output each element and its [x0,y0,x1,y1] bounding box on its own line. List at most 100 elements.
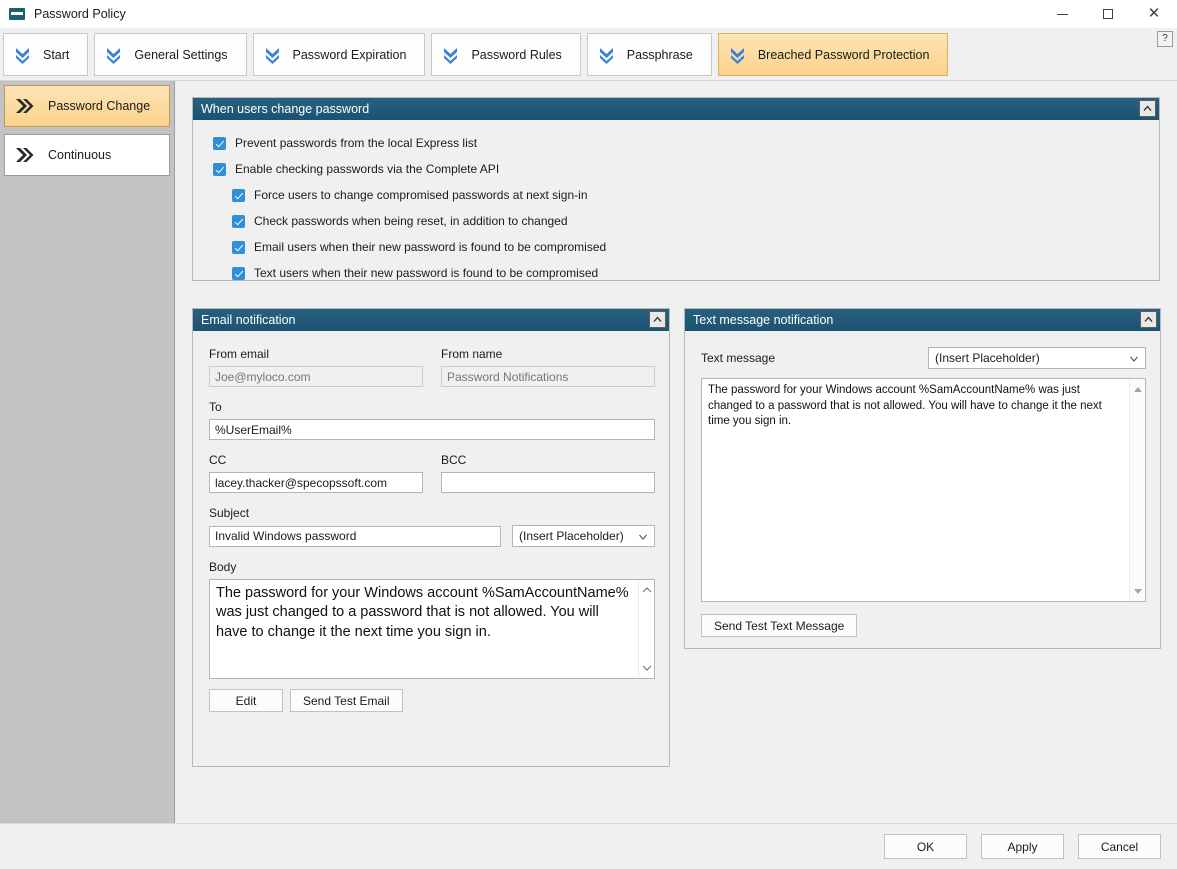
minimize-button[interactable] [1039,0,1085,28]
collapse-button[interactable] [1140,311,1157,328]
text-button-row: Send Test Text Message [701,614,1146,637]
tab-label: Password Expiration [293,48,407,62]
text-insert-placeholder-dropdown[interactable]: (Insert Placeholder) [928,347,1146,369]
checkbox[interactable] [232,241,245,254]
tab-passphrase[interactable]: Passphrase [587,33,712,76]
bcc-label: BCC [441,453,655,467]
text-message-text: The password for your Windows account %S… [702,379,1145,434]
double-chevron-down-icon [14,45,31,65]
edit-button[interactable]: Edit [209,689,283,712]
double-chevron-down-icon [264,45,281,65]
subject-input[interactable] [209,526,501,547]
chevron-up-icon [1143,105,1152,112]
window-body: Password Change Continuous When users ch… [0,81,1177,823]
checkbox[interactable] [213,137,226,150]
sidebar-item-continuous[interactable]: Continuous [4,134,170,176]
footer-button-row: OK Apply Cancel [884,834,1161,859]
checkbox[interactable] [213,163,226,176]
body-textarea[interactable]: The password for your Windows account %S… [209,579,655,679]
scroll-up-arrow-icon[interactable] [1133,384,1143,394]
subject-group: Subject (Insert Placeholder) [209,506,655,547]
sidebar: Password Change Continuous [0,81,175,823]
from-row: From email From name [209,347,655,387]
cc-label: CC [209,453,423,467]
panel-title: Email notification [201,313,296,327]
checkbox-label: Force users to change compromised passwo… [254,188,588,202]
maximize-button[interactable] [1085,0,1131,28]
chevron-down-icon [639,533,647,541]
to-input[interactable] [209,419,655,440]
window-controls: ✕ [1039,0,1177,28]
double-chevron-down-icon [105,45,122,65]
ok-button[interactable]: OK [884,834,967,859]
tab-label: Breached Password Protection [758,48,930,62]
to-label: To [209,400,655,414]
maximize-icon [1103,9,1113,19]
tab-start[interactable]: Start [3,33,88,76]
tab-breached-password-protection[interactable]: Breached Password Protection [718,33,949,76]
dialog-footer: OK Apply Cancel [0,823,1177,869]
help-button[interactable]: ? [1157,31,1173,47]
chevron-down-icon [1130,355,1138,363]
body-label: Body [209,560,655,574]
checkbox[interactable] [232,267,245,280]
checkbox-row-text-users[interactable]: Text users when their new password is fo… [232,266,1147,280]
tab-general-settings[interactable]: General Settings [94,33,246,76]
from-email-group: From email [209,347,423,387]
text-message-scrollbar[interactable] [1129,379,1145,601]
to-group: To [209,400,655,440]
cc-group: CC [209,453,423,493]
checkbox-label: Prevent passwords from the local Express… [235,136,477,150]
email-insert-placeholder-dropdown[interactable]: (Insert Placeholder) [512,525,655,547]
text-message-row: Text message (Insert Placeholder) [701,347,1146,369]
checkbox-row-enable-complete-api[interactable]: Enable checking passwords via the Comple… [213,162,1147,176]
tab-password-expiration[interactable]: Password Expiration [253,33,426,76]
checkbox-label: Email users when their new password is f… [254,240,606,254]
checkbox-row-force-change-compromised[interactable]: Force users to change compromised passwo… [232,188,1147,202]
checkbox-label: Text users when their new password is fo… [254,266,598,280]
double-chevron-right-icon [13,96,35,116]
cc-bcc-row: CC BCC [209,453,655,493]
panel-title: When users change password [201,102,369,116]
from-name-input[interactable] [441,366,655,387]
checkbox[interactable] [232,215,245,228]
from-name-label: From name [441,347,655,361]
close-button[interactable]: ✕ [1131,0,1177,28]
checkbox-label: Enable checking passwords via the Comple… [235,162,499,176]
text-message-textarea[interactable]: The password for your Windows account %S… [701,378,1146,602]
scroll-down-arrow-icon[interactable] [642,663,652,673]
scroll-up-arrow-icon[interactable] [642,585,652,595]
from-email-label: From email [209,347,423,361]
body-scrollbar[interactable] [638,580,654,678]
panel-header: When users change password [193,98,1159,120]
minimize-icon [1057,14,1068,15]
cancel-button[interactable]: Cancel [1078,834,1161,859]
panel-text-message-notification: Text message notification Text message (… [684,308,1161,649]
checkbox-row-check-on-reset[interactable]: Check passwords when being reset, in add… [232,214,1147,228]
sidebar-item-label: Password Change [48,99,150,113]
scroll-down-arrow-icon[interactable] [1133,586,1143,596]
checkbox-row-email-users[interactable]: Email users when their new password is f… [232,240,1147,254]
chevron-up-icon [653,316,662,323]
window-title: Password Policy [34,7,126,21]
panel-title: Text message notification [693,313,833,327]
dropdown-value: (Insert Placeholder) [935,351,1040,365]
send-test-email-button[interactable]: Send Test Email [290,689,403,712]
window-title-bar: Password Policy ✕ [0,0,1177,28]
send-test-text-message-button[interactable]: Send Test Text Message [701,614,857,637]
checkbox-row-prevent-express-list[interactable]: Prevent passwords from the local Express… [213,136,1147,150]
panel-email-notification: Email notification From email From name [192,308,670,767]
collapse-button[interactable] [1139,100,1156,117]
tab-password-rules[interactable]: Password Rules [431,33,580,76]
collapse-button[interactable] [649,311,666,328]
tab-label: General Settings [134,48,227,62]
apply-button[interactable]: Apply [981,834,1064,859]
checkbox[interactable] [232,189,245,202]
sidebar-item-password-change[interactable]: Password Change [4,85,170,127]
close-icon: ✕ [1148,7,1161,21]
from-email-input[interactable] [209,366,423,387]
tab-label: Password Rules [471,48,561,62]
text-message-label: Text message [701,351,775,365]
bcc-input[interactable] [441,472,655,493]
cc-input[interactable] [209,472,423,493]
